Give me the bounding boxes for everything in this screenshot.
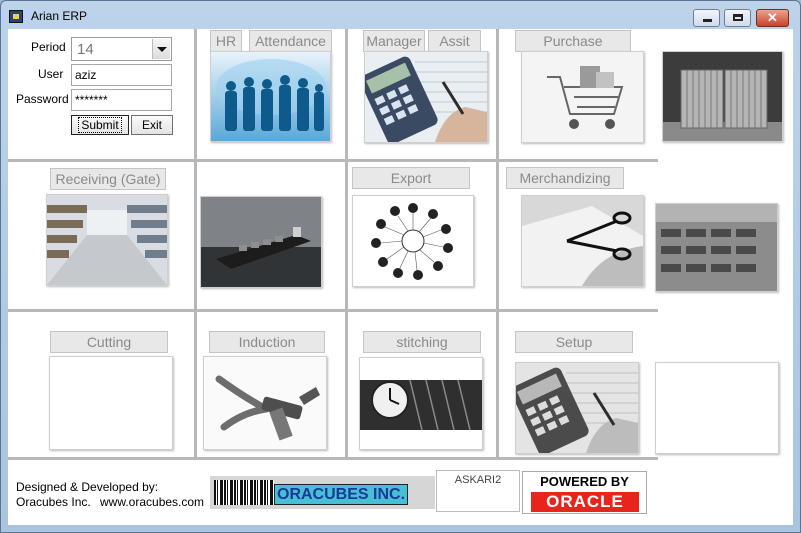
oracle-logo-text: ORACLE [531,492,639,512]
cutting-button[interactable]: Cutting [50,331,168,353]
manager-button[interactable]: Manager [363,30,425,52]
submit-label: Submit [78,117,122,133]
export-button[interactable]: Export [352,167,470,189]
close-button[interactable]: ✕ [756,9,789,27]
setup-button[interactable]: Setup [515,331,633,353]
powered-by-text: POWERED BY [540,474,629,489]
purchase-image[interactable] [521,51,644,143]
export-image[interactable] [352,195,474,287]
chevron-down-icon[interactable] [152,39,170,59]
designed-by-text: Designed & Developed by: [16,480,159,494]
title-bar[interactable]: Arian ERP ✕ [1,1,800,29]
setup-image[interactable] [515,362,639,454]
manager-image[interactable] [364,51,488,143]
server-name: ASKARI2 [454,474,502,486]
ship-image[interactable] [200,196,322,288]
assit-button[interactable]: Assit [428,30,481,52]
period-select[interactable]: 14 [71,37,172,61]
purchase-button[interactable]: Purchase [515,30,631,52]
cutting-image[interactable] [49,356,173,450]
period-value: 14 [77,41,94,58]
company-name: Oracubes Inc. [16,495,91,509]
induction-image[interactable] [203,356,327,450]
exit-label: Exit [141,118,162,132]
period-label: Period [31,40,66,54]
stitching-image[interactable] [359,357,483,450]
receiving-gate-button[interactable]: Receiving (Gate) [50,168,166,190]
maximize-icon [733,14,743,21]
exit-button[interactable]: Exit [131,115,173,135]
factory-floor-image[interactable] [655,203,778,292]
user-field[interactable]: aziz [71,64,172,86]
grid-divider [8,309,658,312]
gate-image[interactable] [662,51,783,142]
receiving-image[interactable] [46,194,168,286]
grid-divider [496,29,499,458]
server-name-box: ASKARI2 [436,470,520,512]
app-icon [9,10,23,23]
maximize-button[interactable] [724,9,751,27]
merchandizing-button[interactable]: Merchandizing [506,167,624,189]
blank-image[interactable] [655,362,779,454]
merchandizing-image[interactable] [521,195,644,287]
window-title: Arian ERP [31,9,88,23]
user-label: User [38,67,64,81]
minimize-button[interactable] [693,9,720,27]
oracubes-logo: ORACUBES INC. [210,476,435,509]
minimize-icon [703,19,712,22]
stitching-button[interactable]: stitching [363,331,481,353]
password-label: Password [16,92,69,106]
grid-divider [8,457,658,460]
password-field[interactable]: ******* [71,89,172,111]
hr-button[interactable]: HR [210,30,242,52]
grid-divider [345,29,348,458]
barcode-icon [214,480,274,505]
hr-image[interactable] [210,51,331,142]
oracle-logo: POWERED BY ORACLE [522,471,647,514]
submit-button[interactable]: Submit [71,115,129,135]
close-icon: ✕ [767,10,778,25]
grid-divider [194,29,197,458]
attendance-button[interactable]: Attendance [249,30,332,52]
oracubes-logo-text: ORACUBES INC. [274,484,409,505]
grid-divider [8,159,658,162]
company-website: www.oracubes.com [100,495,205,509]
induction-button[interactable]: Induction [209,331,325,353]
